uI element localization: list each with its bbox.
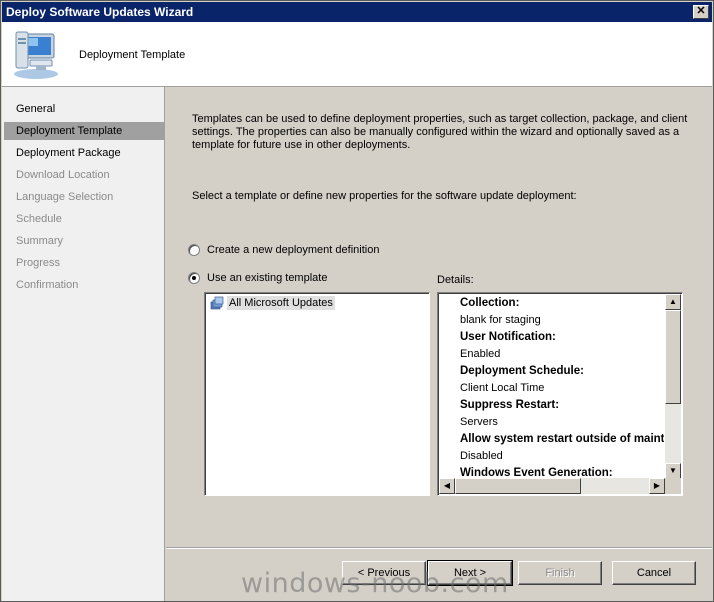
template-icon: [210, 296, 224, 310]
detail-key: Windows Event Generation:: [460, 467, 613, 478]
detail-key: Collection:: [460, 297, 520, 309]
wizard-window: Deploy Software Updates Wizard ✕ Deploym…: [0, 0, 714, 602]
detail-value: Disabled: [460, 450, 503, 462]
detail-value: Client Local Time: [460, 382, 545, 394]
close-icon[interactable]: ✕: [693, 5, 709, 19]
details-label: Details:: [437, 274, 474, 286]
scroll-down-icon[interactable]: ▼: [665, 463, 681, 479]
detail-value: Enabled: [460, 348, 501, 360]
detail-value: Servers: [460, 416, 498, 428]
sidebar-item-schedule: Schedule: [16, 213, 62, 225]
details-horizontal-scrollbar[interactable]: ◀ ▶: [439, 478, 665, 494]
sidebar-item-download-location: Download Location: [16, 169, 110, 181]
detail-key: Deployment Schedule:: [460, 365, 584, 377]
computer-icon: [14, 31, 58, 79]
horizontal-scroll-thumb[interactable]: [455, 478, 581, 494]
sidebar-item-general[interactable]: General: [4, 100, 164, 118]
wizard-steps-sidebar: General Deployment Template Deployment P…: [2, 87, 165, 601]
detail-value: blank for staging: [460, 314, 541, 326]
details-panel[interactable]: Collection: blank for staging User Notif…: [437, 292, 683, 496]
detail-key: Allow system restart outside of maint: [460, 433, 664, 445]
radio-create-new-label: Create a new deployment definition: [207, 244, 380, 256]
sidebar-item-progress: Progress: [16, 257, 61, 269]
vertical-scroll-thumb[interactable]: [665, 310, 681, 404]
button-separator: [166, 547, 712, 549]
radio-use-existing-label: Use an existing template: [207, 272, 328, 284]
sidebar-item-confirmation: Confirmation: [16, 279, 79, 291]
template-item-all-microsoft-updates[interactable]: All Microsoft Updates: [210, 295, 335, 311]
template-list[interactable]: All Microsoft Updates: [204, 292, 430, 496]
wizard-header: Deployment Template: [2, 22, 712, 87]
radio-use-existing[interactable]: Use an existing template: [188, 270, 327, 286]
sidebar-item-deployment-template[interactable]: Deployment Template: [4, 122, 164, 140]
template-description: Templates can be used to define deployme…: [192, 113, 688, 151]
template-prompt: Select a template or define new properti…: [192, 190, 577, 202]
wizard-content: Templates can be used to define deployme…: [166, 87, 712, 601]
window-title: Deploy Software Updates Wizard: [6, 5, 194, 19]
detail-key: User Notification:: [460, 331, 556, 343]
scroll-left-icon[interactable]: ◀: [439, 478, 455, 494]
details-vertical-scrollbar[interactable]: ▲ ▼: [665, 294, 681, 479]
site-watermark: windows-noob.com: [241, 568, 509, 599]
radio-create-new[interactable]: Create a new deployment definition: [188, 242, 379, 258]
detail-key: Suppress Restart:: [460, 399, 560, 411]
radio-create-new-button[interactable]: [188, 244, 200, 256]
sidebar-item-summary: Summary: [16, 235, 64, 247]
finish-button: Finish: [518, 561, 602, 585]
scroll-right-icon[interactable]: ▶: [649, 478, 665, 494]
title-bar: Deploy Software Updates Wizard ✕: [2, 2, 712, 22]
cancel-button[interactable]: Cancel: [612, 561, 696, 585]
scrollbar-corner: [665, 478, 681, 494]
header-title: Deployment Template: [79, 49, 186, 61]
template-item-label: All Microsoft Updates: [227, 296, 335, 310]
sidebar-item-deployment-package[interactable]: Deployment Package: [4, 144, 164, 162]
radio-use-existing-button[interactable]: [188, 272, 200, 284]
sidebar-item-language-selection: Language Selection: [16, 191, 114, 203]
details-list: Collection: blank for staging User Notif…: [440, 295, 664, 478]
scroll-up-icon[interactable]: ▲: [665, 294, 681, 310]
